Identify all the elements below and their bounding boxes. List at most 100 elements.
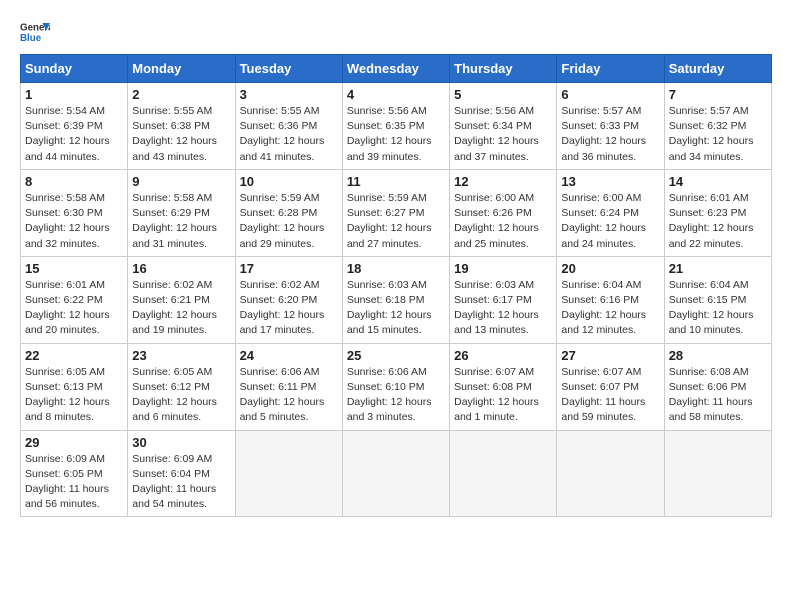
header-day-wednesday: Wednesday <box>342 55 449 83</box>
day-detail: Sunrise: 5:59 AMSunset: 6:28 PMDaylight:… <box>240 191 338 252</box>
day-detail: Sunrise: 5:54 AMSunset: 6:39 PMDaylight:… <box>25 104 123 165</box>
day-detail: Sunrise: 5:55 AMSunset: 6:36 PMDaylight:… <box>240 104 338 165</box>
day-number: 19 <box>454 261 552 276</box>
day-number: 1 <box>25 87 123 102</box>
header-day-saturday: Saturday <box>664 55 771 83</box>
calendar-cell: 6 Sunrise: 5:57 AMSunset: 6:33 PMDaylight… <box>557 83 664 170</box>
day-detail: Sunrise: 6:02 AMSunset: 6:20 PMDaylight:… <box>240 278 338 339</box>
calendar-cell <box>342 430 449 517</box>
calendar-cell: 11 Sunrise: 5:59 AMSunset: 6:27 PMDayligh… <box>342 169 449 256</box>
calendar-cell: 7Sunrise: 5:57 AMSunset: 6:32 PMDaylight… <box>664 83 771 170</box>
calendar-cell: 4 Sunrise: 5:56 AMSunset: 6:35 PMDaylight… <box>342 83 449 170</box>
calendar-cell: 1 Sunrise: 5:54 AMSunset: 6:39 PMDaylight… <box>21 83 128 170</box>
calendar-cell: 5 Sunrise: 5:56 AMSunset: 6:34 PMDaylight… <box>450 83 557 170</box>
day-number: 10 <box>240 174 338 189</box>
calendar-cell: 8 Sunrise: 5:58 AMSunset: 6:30 PMDaylight… <box>21 169 128 256</box>
day-detail: Sunrise: 6:09 AMSunset: 6:05 PMDaylight:… <box>25 452 123 513</box>
calendar-cell: 29 Sunrise: 6:09 AMSunset: 6:05 PMDayligh… <box>21 430 128 517</box>
day-detail: Sunrise: 6:05 AMSunset: 6:12 PMDaylight:… <box>132 365 230 426</box>
calendar-week-3: 22Sunrise: 6:05 AMSunset: 6:13 PMDayligh… <box>21 343 772 430</box>
calendar-week-1: 8 Sunrise: 5:58 AMSunset: 6:30 PMDaylight… <box>21 169 772 256</box>
day-number: 8 <box>25 174 123 189</box>
day-detail: Sunrise: 5:58 AMSunset: 6:30 PMDaylight:… <box>25 191 123 252</box>
day-detail: Sunrise: 6:03 AMSunset: 6:18 PMDaylight:… <box>347 278 445 339</box>
day-number: 22 <box>25 348 123 363</box>
calendar-table: SundayMondayTuesdayWednesdayThursdayFrid… <box>20 54 772 517</box>
day-detail: Sunrise: 6:04 AMSunset: 6:16 PMDaylight:… <box>561 278 659 339</box>
day-detail: Sunrise: 6:08 AMSunset: 6:06 PMDaylight:… <box>669 365 767 426</box>
day-detail: Sunrise: 5:56 AMSunset: 6:35 PMDaylight:… <box>347 104 445 165</box>
calendar-cell <box>557 430 664 517</box>
calendar-cell: 14Sunrise: 6:01 AMSunset: 6:23 PMDayligh… <box>664 169 771 256</box>
calendar-cell: 24 Sunrise: 6:06 AMSunset: 6:11 PMDayligh… <box>235 343 342 430</box>
day-number: 23 <box>132 348 230 363</box>
day-detail: Sunrise: 6:07 AMSunset: 6:07 PMDaylight:… <box>561 365 659 426</box>
calendar-week-4: 29 Sunrise: 6:09 AMSunset: 6:05 PMDayligh… <box>21 430 772 517</box>
day-number: 13 <box>561 174 659 189</box>
calendar-cell: 16 Sunrise: 6:02 AMSunset: 6:21 PMDayligh… <box>128 256 235 343</box>
calendar-cell: 21Sunrise: 6:04 AMSunset: 6:15 PMDayligh… <box>664 256 771 343</box>
day-number: 21 <box>669 261 767 276</box>
day-number: 20 <box>561 261 659 276</box>
calendar-cell: 10 Sunrise: 5:59 AMSunset: 6:28 PMDayligh… <box>235 169 342 256</box>
calendar-cell: 2 Sunrise: 5:55 AMSunset: 6:38 PMDaylight… <box>128 83 235 170</box>
day-number: 3 <box>240 87 338 102</box>
calendar-cell <box>235 430 342 517</box>
day-number: 27 <box>561 348 659 363</box>
calendar-cell <box>450 430 557 517</box>
day-detail: Sunrise: 6:01 AMSunset: 6:22 PMDaylight:… <box>25 278 123 339</box>
day-number: 29 <box>25 435 123 450</box>
calendar-cell: 23 Sunrise: 6:05 AMSunset: 6:12 PMDayligh… <box>128 343 235 430</box>
day-number: 12 <box>454 174 552 189</box>
day-detail: Sunrise: 5:57 AMSunset: 6:33 PMDaylight:… <box>561 104 659 165</box>
header-day-tuesday: Tuesday <box>235 55 342 83</box>
svg-text:Blue: Blue <box>20 33 42 44</box>
day-number: 2 <box>132 87 230 102</box>
calendar-cell: 28Sunrise: 6:08 AMSunset: 6:06 PMDayligh… <box>664 343 771 430</box>
day-number: 6 <box>561 87 659 102</box>
day-detail: Sunrise: 6:00 AMSunset: 6:26 PMDaylight:… <box>454 191 552 252</box>
calendar-week-0: 1 Sunrise: 5:54 AMSunset: 6:39 PMDaylight… <box>21 83 772 170</box>
day-detail: Sunrise: 6:03 AMSunset: 6:17 PMDaylight:… <box>454 278 552 339</box>
day-detail: Sunrise: 6:01 AMSunset: 6:23 PMDaylight:… <box>669 191 767 252</box>
logo: General Blue <box>20 20 50 44</box>
day-detail: Sunrise: 6:09 AMSunset: 6:04 PMDaylight:… <box>132 452 230 513</box>
day-detail: Sunrise: 6:02 AMSunset: 6:21 PMDaylight:… <box>132 278 230 339</box>
day-number: 15 <box>25 261 123 276</box>
calendar-cell: 12 Sunrise: 6:00 AMSunset: 6:26 PMDayligh… <box>450 169 557 256</box>
day-detail: Sunrise: 5:59 AMSunset: 6:27 PMDaylight:… <box>347 191 445 252</box>
calendar-cell: 13Sunrise: 6:00 AMSunset: 6:24 PMDayligh… <box>557 169 664 256</box>
day-detail: Sunrise: 5:57 AMSunset: 6:32 PMDaylight:… <box>669 104 767 165</box>
day-detail: Sunrise: 6:06 AMSunset: 6:11 PMDaylight:… <box>240 365 338 426</box>
day-detail: Sunrise: 6:06 AMSunset: 6:10 PMDaylight:… <box>347 365 445 426</box>
day-number: 5 <box>454 87 552 102</box>
day-detail: Sunrise: 6:07 AMSunset: 6:08 PMDaylight:… <box>454 365 552 426</box>
header: General Blue <box>20 20 772 44</box>
day-number: 16 <box>132 261 230 276</box>
header-day-friday: Friday <box>557 55 664 83</box>
calendar-cell: 3 Sunrise: 5:55 AMSunset: 6:36 PMDaylight… <box>235 83 342 170</box>
calendar-week-2: 15 Sunrise: 6:01 AMSunset: 6:22 PMDayligh… <box>21 256 772 343</box>
day-detail: Sunrise: 5:55 AMSunset: 6:38 PMDaylight:… <box>132 104 230 165</box>
day-number: 30 <box>132 435 230 450</box>
calendar-cell <box>664 430 771 517</box>
calendar-body: 1 Sunrise: 5:54 AMSunset: 6:39 PMDaylight… <box>21 83 772 517</box>
calendar-cell: 19 Sunrise: 6:03 AMSunset: 6:17 PMDayligh… <box>450 256 557 343</box>
header-day-monday: Monday <box>128 55 235 83</box>
day-number: 11 <box>347 174 445 189</box>
calendar-cell: 18 Sunrise: 6:03 AMSunset: 6:18 PMDayligh… <box>342 256 449 343</box>
calendar-cell: 17 Sunrise: 6:02 AMSunset: 6:20 PMDayligh… <box>235 256 342 343</box>
day-number: 24 <box>240 348 338 363</box>
logo-icon: General Blue <box>20 20 50 44</box>
day-number: 9 <box>132 174 230 189</box>
calendar-cell: 20 Sunrise: 6:04 AMSunset: 6:16 PMDayligh… <box>557 256 664 343</box>
header-row: SundayMondayTuesdayWednesdayThursdayFrid… <box>21 55 772 83</box>
day-detail: Sunrise: 5:56 AMSunset: 6:34 PMDaylight:… <box>454 104 552 165</box>
calendar-cell: 15 Sunrise: 6:01 AMSunset: 6:22 PMDayligh… <box>21 256 128 343</box>
day-number: 18 <box>347 261 445 276</box>
calendar-header: SundayMondayTuesdayWednesdayThursdayFrid… <box>21 55 772 83</box>
calendar-cell: 27 Sunrise: 6:07 AMSunset: 6:07 PMDayligh… <box>557 343 664 430</box>
header-day-thursday: Thursday <box>450 55 557 83</box>
day-number: 17 <box>240 261 338 276</box>
day-number: 4 <box>347 87 445 102</box>
